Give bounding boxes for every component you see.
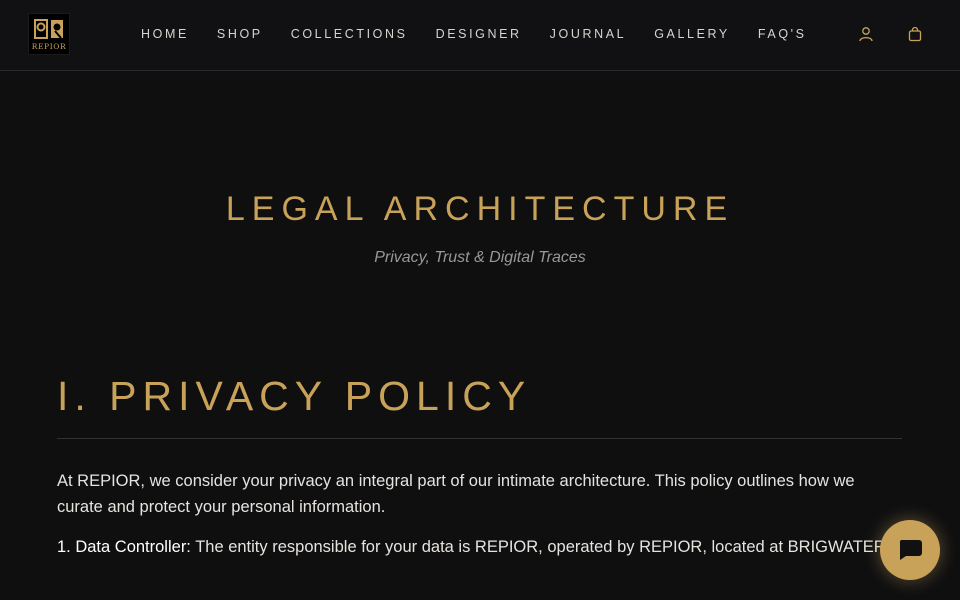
page-title: LEGAL ARCHITECTURE bbox=[225, 190, 735, 228]
page-subtitle: Privacy, Trust & Digital Traces bbox=[374, 249, 586, 266]
nav-collections[interactable]: COLLECTIONS bbox=[291, 27, 408, 41]
nav-gallery[interactable]: GALLERY bbox=[654, 27, 730, 41]
logo-monogram-icon bbox=[34, 19, 63, 39]
data-controller-paragraph: 1. Data Controller: The entity responsib… bbox=[57, 534, 902, 560]
nav-home[interactable]: HOME bbox=[141, 27, 189, 41]
account-button[interactable] bbox=[856, 24, 876, 44]
data-controller-label: 1. Data Controller: bbox=[57, 538, 191, 556]
nav-faqs[interactable]: FAQ'S bbox=[758, 27, 807, 41]
nav-designer[interactable]: DESIGNER bbox=[436, 27, 522, 41]
brand-logo[interactable]: REPIOR bbox=[28, 13, 70, 55]
logo-wordmark: REPIOR bbox=[31, 42, 67, 51]
intro-paragraph: At REPIOR, we consider your privacy an i… bbox=[57, 472, 855, 516]
user-icon bbox=[859, 27, 873, 42]
nav-journal[interactable]: JOURNAL bbox=[550, 27, 627, 41]
chat-button[interactable] bbox=[880, 520, 940, 580]
nav-shop[interactable]: SHOP bbox=[217, 27, 263, 41]
section-divider bbox=[57, 438, 902, 439]
data-controller-text: The entity responsible for your data is … bbox=[190, 538, 891, 556]
main-nav: HOME SHOP COLLECTIONS DESIGNER JOURNAL G… bbox=[141, 27, 807, 41]
chat-bubble-icon bbox=[899, 540, 922, 560]
site-header: REPIOR HOME SHOP COLLECTIONS DESIGNER JO… bbox=[0, 0, 960, 71]
cart-button[interactable] bbox=[905, 24, 925, 44]
shopping-bag-icon bbox=[908, 26, 922, 42]
section-title: I. PRIVACY POLICY bbox=[57, 373, 532, 419]
